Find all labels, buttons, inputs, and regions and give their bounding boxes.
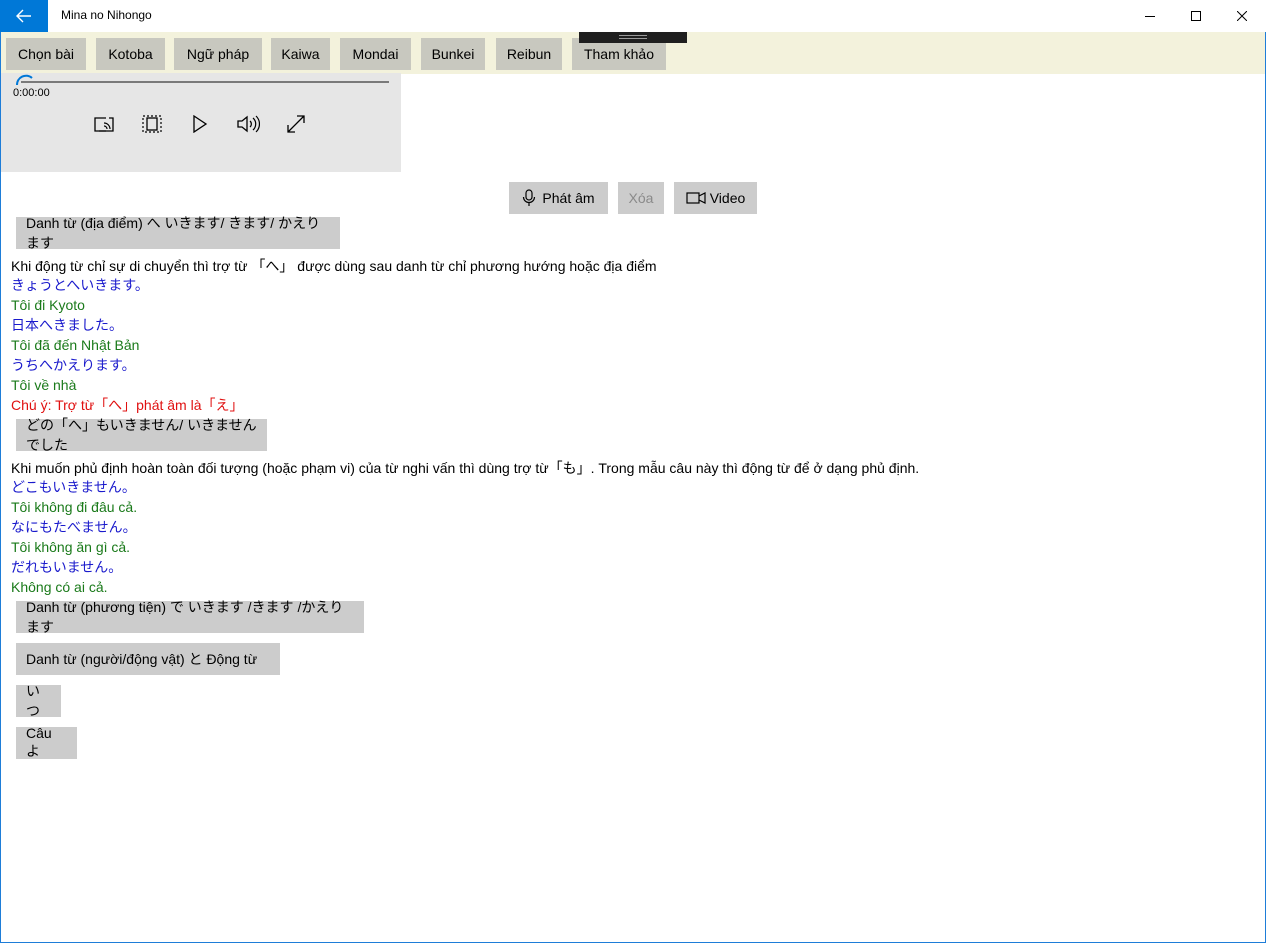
- grammar-heading-5[interactable]: いつ: [16, 683, 61, 719]
- back-button[interactable]: [0, 0, 48, 32]
- pronounce-button[interactable]: Phát âm: [509, 182, 608, 214]
- example-vietnamese: Tôi về nhà: [11, 377, 77, 393]
- seek-bar[interactable]: [21, 81, 389, 83]
- example-vietnamese: Tôi đi Kyoto: [11, 297, 85, 313]
- nav-ngu-phap[interactable]: Ngữ pháp: [174, 38, 262, 70]
- nav-kaiwa[interactable]: Kaiwa: [271, 38, 330, 70]
- grammar-heading-1[interactable]: Danh từ (địa điểm) へ いきます/ きます/ かえります: [16, 215, 340, 251]
- example-japanese: うちへかえります。: [11, 357, 136, 373]
- grammar-heading-2[interactable]: どの「へ」もいきません/ いきませんでした: [16, 417, 267, 453]
- example-japanese: だれもいません。: [11, 559, 123, 575]
- video-label: Video: [709, 190, 746, 206]
- play-icon: [193, 115, 208, 133]
- example-japanese: どこもいきません。: [11, 479, 136, 495]
- close-button[interactable]: [1219, 0, 1265, 32]
- example-vietnamese: Tôi không đi đâu cả.: [11, 499, 138, 515]
- playback-time: 0:00:00: [13, 87, 50, 99]
- volume-button[interactable]: [235, 111, 261, 137]
- close-icon: [1237, 11, 1247, 21]
- video-camera-icon: [686, 192, 706, 204]
- grammar-description-2: Khi muốn phủ định hoàn toàn đối tượng (h…: [11, 460, 920, 476]
- minimize-icon: [1145, 16, 1155, 17]
- nav-kotoba[interactable]: Kotoba: [96, 38, 165, 70]
- example-japanese: なにもたべません。: [11, 519, 137, 535]
- example-japanese: きょうとへいきます。: [11, 277, 149, 293]
- aspect-ratio-icon: [142, 115, 162, 133]
- grammar-heading-3[interactable]: Danh từ (phương tiện) で いきます /きます /かえります: [16, 599, 364, 635]
- grammar-heading-6[interactable]: Câu よ: [16, 725, 77, 759]
- cast-icon: [94, 117, 114, 132]
- title-bar: Mina no Nihongo: [0, 0, 1266, 32]
- fullscreen-button[interactable]: [283, 111, 309, 137]
- grammar-heading-4[interactable]: Danh từ (người/động vật) と Động từ: [16, 643, 280, 675]
- grammar-description-1: Khi động từ chỉ sự di chuyển thì trợ từ …: [11, 258, 657, 274]
- cast-button[interactable]: [91, 111, 117, 137]
- nav-mondai[interactable]: Mondai: [340, 38, 411, 70]
- pronounce-label: Phát âm: [542, 190, 595, 206]
- nav-reibun[interactable]: Reibun: [496, 38, 562, 70]
- video-button[interactable]: Video: [674, 182, 757, 214]
- play-button[interactable]: [187, 111, 213, 137]
- drag-handle[interactable]: [579, 32, 687, 43]
- example-vietnamese: Tôi không ăn gì cả.: [11, 539, 131, 555]
- delete-button[interactable]: Xóa: [618, 182, 664, 214]
- back-arrow-icon: [16, 9, 31, 23]
- example-vietnamese: Không có ai cả.: [11, 579, 108, 595]
- minimize-button[interactable]: [1127, 0, 1173, 32]
- example-vietnamese: Tôi đã đến Nhật Bản: [11, 337, 140, 353]
- nav-bunkei[interactable]: Bunkei: [421, 38, 485, 70]
- volume-icon: [237, 115, 260, 133]
- microphone-icon: [523, 189, 536, 206]
- nav-chon-bai[interactable]: Chọn bài: [6, 38, 86, 70]
- media-player: 0:00:00: [1, 73, 401, 172]
- grammar-note: Chú ý: Trợ từ「へ」phát âm là「え」: [11, 397, 244, 413]
- app-title: Mina no Nihongo: [61, 8, 152, 22]
- loading-spinner-icon: [15, 74, 33, 86]
- fullscreen-icon: [287, 115, 305, 133]
- maximize-button[interactable]: [1173, 0, 1219, 32]
- example-japanese: 日本へきました。: [11, 317, 123, 333]
- aspect-ratio-button[interactable]: [139, 111, 165, 137]
- maximize-icon: [1191, 11, 1201, 21]
